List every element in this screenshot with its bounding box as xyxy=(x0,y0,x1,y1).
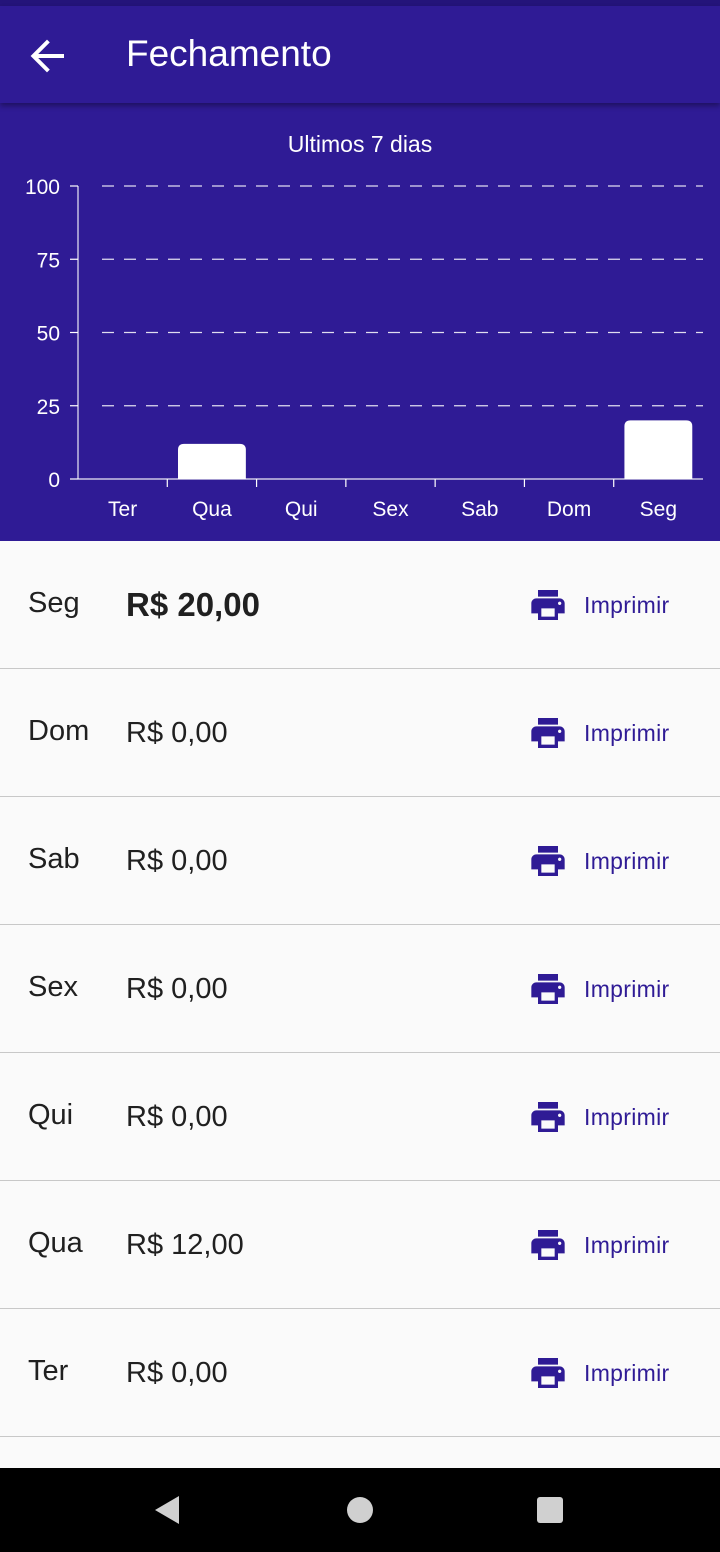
day-label: Ter xyxy=(28,1355,69,1387)
print-button[interactable]: Imprimir xyxy=(528,841,688,881)
y-tick-label: 25 xyxy=(37,396,60,419)
arrow-back-icon xyxy=(30,39,65,73)
back-button[interactable] xyxy=(24,32,72,80)
y-tick-label: 0 xyxy=(48,469,60,492)
nav-recents-button[interactable] xyxy=(530,1490,570,1530)
printer-icon xyxy=(531,1102,565,1132)
print-button[interactable]: Imprimir xyxy=(528,713,688,753)
list-item[interactable]: Sex R$ 0,00 Imprimir xyxy=(0,925,720,1053)
day-label: Seg xyxy=(28,587,80,619)
list-item[interactable]: Qua R$ 12,00 Imprimir xyxy=(0,1181,720,1309)
amount-value: R$ 0,00 xyxy=(126,717,228,749)
chart-title: Ultimos 7 dias xyxy=(288,131,432,157)
closing-list: Seg R$ 20,00 Imprimir Dom R$ 0,00 Imprimir Sab… xyxy=(0,541,720,1437)
print-button-label: Imprimir xyxy=(584,1231,670,1258)
print-button-label: Imprimir xyxy=(584,591,670,618)
print-button[interactable]: Imprimir xyxy=(528,1225,688,1265)
x-tick-label: Sab xyxy=(461,498,498,521)
app-bar: Fechamento xyxy=(0,6,720,103)
x-tick-label: Qui xyxy=(285,498,318,521)
y-tick-label: 75 xyxy=(37,249,60,272)
amount-value: R$ 12,00 xyxy=(126,1229,244,1261)
printer-icon xyxy=(531,718,565,748)
x-tick-label: Dom xyxy=(547,498,591,521)
printer-icon xyxy=(531,846,565,876)
list-item[interactable]: Dom R$ 0,00 Imprimir xyxy=(0,669,720,797)
printer-icon xyxy=(531,590,565,620)
x-tick-label: Sex xyxy=(372,498,409,521)
day-label: Qui xyxy=(28,1099,74,1131)
chart-panel: Ultimos 7 dias 0 25 50 75 100 Ter Qua Qui Sex Sab D… xyxy=(0,103,720,541)
list-item[interactable]: Seg R$ 20,00 Imprimir xyxy=(0,541,720,669)
nav-home-button[interactable] xyxy=(340,1490,380,1530)
triangle-back-icon xyxy=(155,1496,179,1524)
list-item[interactable]: Sab R$ 0,00 Imprimir xyxy=(0,797,720,925)
day-label: Dom xyxy=(28,715,90,747)
list-item[interactable]: Qui R$ 0,00 Imprimir xyxy=(0,1053,720,1181)
list-item[interactable]: Ter R$ 0,00 Imprimir xyxy=(0,1309,720,1437)
square-recents-icon xyxy=(537,1497,563,1523)
print-button[interactable]: Imprimir xyxy=(528,1097,688,1137)
print-button[interactable]: Imprimir xyxy=(528,1353,688,1393)
x-tick-label: Ter xyxy=(108,498,137,521)
y-tick-label: 100 xyxy=(25,176,60,199)
page-title: Fechamento xyxy=(126,33,332,74)
day-label: Sab xyxy=(28,843,80,875)
system-nav-bar xyxy=(0,1468,720,1552)
print-button-label: Imprimir xyxy=(584,719,670,746)
amount-value: R$ 0,00 xyxy=(126,973,228,1005)
bar xyxy=(624,420,693,479)
print-button-label: Imprimir xyxy=(584,1103,670,1130)
printer-icon xyxy=(531,1230,565,1260)
day-label: Sex xyxy=(28,971,78,1003)
nav-back-button[interactable] xyxy=(147,1490,187,1530)
print-button[interactable]: Imprimir xyxy=(528,969,688,1009)
bar-chart: Ultimos 7 dias 0 25 50 75 100 Ter Qua Qui Sex Sab D… xyxy=(25,131,703,521)
amount-value: R$ 20,00 xyxy=(126,586,260,623)
x-tick-label: Seg xyxy=(640,498,677,521)
amount-value: R$ 0,00 xyxy=(126,845,228,877)
printer-icon xyxy=(531,974,565,1004)
x-tick-label: Qua xyxy=(192,498,232,521)
bar xyxy=(178,443,246,479)
amount-value: R$ 0,00 xyxy=(126,1101,228,1133)
print-button-label: Imprimir xyxy=(584,975,670,1002)
day-label: Qua xyxy=(28,1227,83,1259)
print-button-label: Imprimir xyxy=(584,847,670,874)
amount-value: R$ 0,00 xyxy=(126,1357,228,1389)
printer-icon xyxy=(531,1358,565,1388)
print-button-label: Imprimir xyxy=(584,1359,670,1386)
print-button[interactable]: Imprimir xyxy=(528,585,688,625)
y-tick-label: 50 xyxy=(37,323,60,346)
circle-home-icon xyxy=(347,1497,373,1523)
